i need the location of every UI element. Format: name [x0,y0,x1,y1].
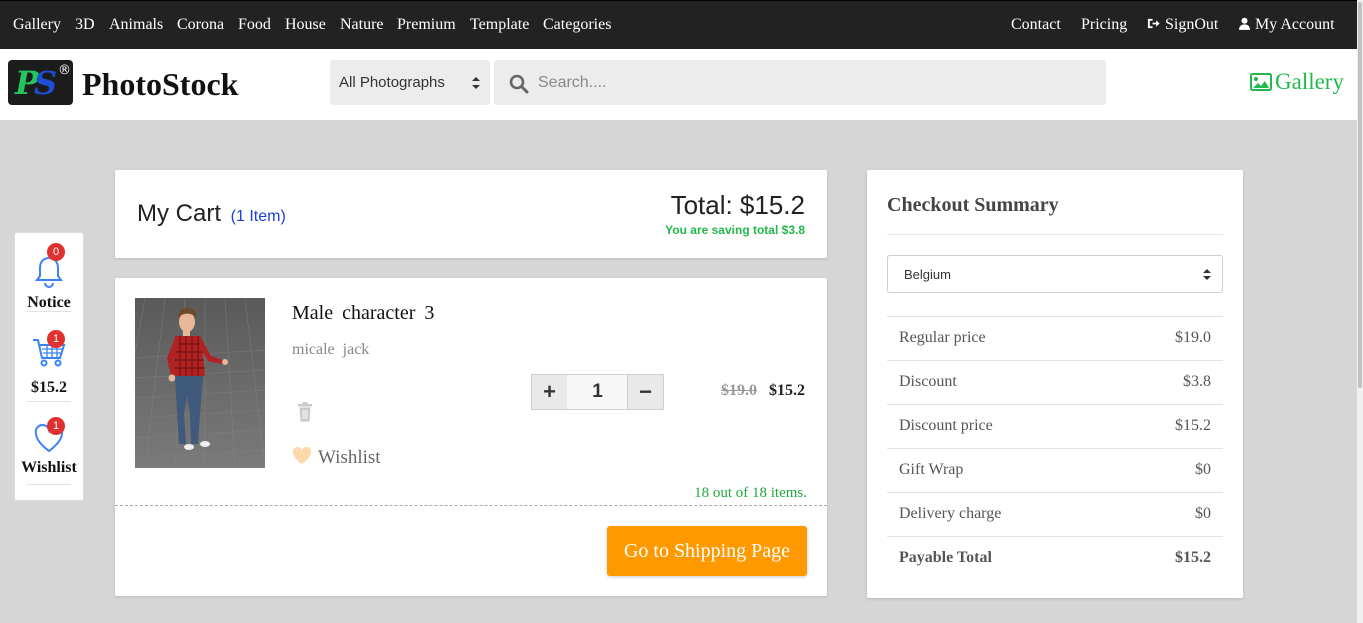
wishlist-link-label: Wishlist [318,447,381,468]
original-price: $19.0 [721,382,757,399]
cart-item-count: (1 Item) [230,208,286,225]
cart-saving-text: You are saving total $3.8 [665,223,805,237]
search-box [494,60,1106,105]
go-to-shipping-button[interactable]: Go to Shipping Page [607,526,807,576]
cart-total: Total: $15.2 [670,190,805,220]
summary-row-value: $0 [1195,505,1211,522]
nav-nature[interactable]: Nature [340,16,384,34]
search-icon[interactable] [509,74,529,94]
nav-my-account-label: My Account [1255,16,1335,33]
summary-row-regular-price: Regular price $19.0 [887,316,1223,360]
summary-row-value: $19.0 [1175,329,1211,346]
summary-row-label: Discount [899,373,957,390]
logo[interactable]: P S ® [8,60,73,105]
nav-contact[interactable]: Contact [1011,16,1061,34]
logo-letter-s: S [34,64,58,102]
nav-gallery[interactable]: Gallery [13,16,61,34]
summary-row-value: $15.2 [1175,417,1211,434]
nav-pricing[interactable]: Pricing [1081,16,1127,34]
summary-row-value: $3.8 [1183,373,1211,390]
summary-divider [887,234,1223,235]
summary-row-payable-total: Payable Total $15.2 [887,536,1223,580]
side-divider [27,311,71,312]
nav-template[interactable]: Template [470,16,529,34]
summary-row-delivery-charge: Delivery charge $0 [887,492,1223,536]
stock-status: 18 out of 18 items. [694,485,807,501]
summary-row-label: Gift Wrap [899,461,964,478]
quantity-decrease-button[interactable]: − [627,374,664,410]
notice-badge: 0 [47,243,65,261]
cart-badge: 1 [47,330,65,348]
logo-registered-mark: ® [58,63,71,78]
nav-signout[interactable]: SignOut [1147,16,1218,34]
side-widget: 0 Notice 1 $15.2 1 Wishlist [14,232,84,501]
summary-row-discount: Discount $3.8 [887,360,1223,404]
summary-row-label: Discount price [899,417,993,434]
checkout-summary-title: Checkout Summary [887,194,1059,216]
select-arrows-icon [1203,269,1211,280]
header-gallery-label: Gallery [1275,69,1344,94]
notice-label: Notice [27,294,71,311]
checkout-summary-panel: Checkout Summary Belgium Regular price $… [867,170,1243,598]
summary-row-value: $0 [1195,461,1211,478]
summary-row-label: Regular price [899,329,986,346]
cart-title-wrap: My Cart (1 Item) [137,200,286,228]
quantity-stepper: + 1 − [531,374,664,410]
quantity-value[interactable]: 1 [567,374,628,410]
cart-item-panel: Male character 3 micale jack Wishlist + … [115,278,827,596]
cart-total-label: $15.2 [31,379,67,396]
site-header: P S ® PhotoStock All Photographs Gallery [0,49,1357,120]
wishlist-badge: 1 [47,417,65,435]
product-image [135,298,265,468]
product-title[interactable]: Male character 3 [292,302,434,325]
side-divider [27,484,71,485]
cart-title: My Cart [137,200,221,227]
header-gallery-link[interactable]: Gallery [1250,69,1344,95]
cart-header-panel: My Cart (1 Item) Total: $15.2 You are sa… [115,170,827,258]
add-to-wishlist[interactable]: Wishlist [292,446,381,469]
product-thumbnail[interactable] [135,298,265,468]
top-navbar: Gallery 3D Animals Corona Food House Nat… [0,0,1357,49]
signout-icon [1147,18,1160,29]
country-select[interactable]: Belgium [887,255,1223,293]
nav-house[interactable]: House [285,16,326,34]
discounted-price: $15.2 [769,382,805,399]
heart-icon [292,446,312,464]
page-scrollbar-thumb[interactable] [1358,2,1362,388]
country-select-value: Belgium [904,267,951,282]
brand-name[interactable]: PhotoStock [82,66,238,103]
product-author: micale jack [292,341,370,358]
quantity-increase-button[interactable]: + [531,374,568,410]
summary-row-gift-wrap: Gift Wrap $0 [887,448,1223,492]
nav-my-account[interactable]: My Account [1239,16,1335,34]
image-icon [1250,73,1272,91]
payable-total-label: Payable Total [899,549,992,566]
nav-food[interactable]: Food [238,16,271,34]
item-divider [115,505,827,506]
nav-signout-label: SignOut [1165,16,1219,33]
nav-premium[interactable]: Premium [397,16,456,34]
price-breakdown: Regular price $19.0 Discount $3.8 Discou… [887,316,1223,580]
nav-corona[interactable]: Corona [177,16,224,34]
category-select-value: All Photographs [339,74,445,91]
select-arrows-icon [472,77,480,89]
payable-total-value: $15.2 [1175,549,1211,566]
category-select[interactable]: All Photographs [330,60,490,105]
summary-row-discount-price: Discount price $15.2 [887,404,1223,448]
wishlist-label: Wishlist [21,459,77,476]
summary-row-label: Delivery charge [899,505,1002,522]
trash-icon[interactable] [297,402,313,422]
side-divider [27,401,71,402]
search-input[interactable] [538,68,1088,98]
nav-animals[interactable]: Animals [109,16,163,34]
nav-categories[interactable]: Categories [543,16,611,34]
user-icon [1239,17,1250,30]
nav-3d[interactable]: 3D [75,16,95,34]
